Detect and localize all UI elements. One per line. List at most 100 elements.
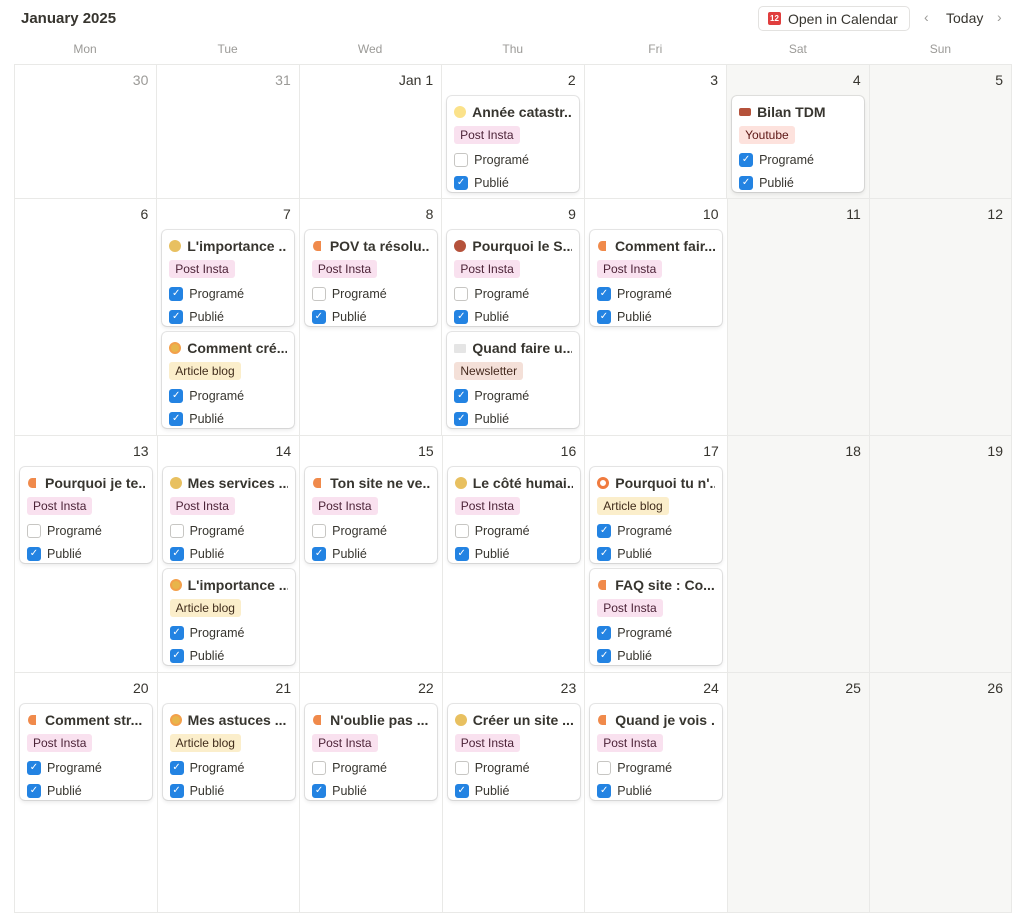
day-cell[interactable]: Jan 1 [300, 65, 443, 198]
programmed-checkbox[interactable] [454, 523, 469, 538]
programmed-label: Programé [474, 152, 530, 167]
day-cell[interactable]: 6 [15, 199, 158, 435]
day-cell[interactable]: 15 Ton site ne ve... Post Insta Programé ✓ Pu… [300, 436, 443, 672]
published-checkbox[interactable]: ✓ [169, 411, 184, 426]
weekday-header: Thu [502, 42, 524, 56]
event-card[interactable]: POV ta résolu... Post Insta Programé ✓ Publi… [304, 230, 437, 326]
day-cell[interactable]: 13 Pourquoi je te... Post Insta Programé ✓ Pu… [15, 436, 158, 672]
programmed-checkbox[interactable]: ✓ [169, 625, 184, 640]
event-title: Pourquoi je te... [45, 475, 145, 491]
day-cell[interactable]: 26 [869, 673, 1012, 912]
event-card[interactable]: N'oublie pas ... Post Insta Programé ✓ Publi… [305, 704, 438, 800]
event-card[interactable]: Pourquoi tu n'... Article blog ✓ Programé ✓ P… [590, 467, 723, 563]
day-cell[interactable]: 30 [15, 65, 158, 198]
event-title: L'importance ... [187, 238, 288, 254]
programmed-checkbox[interactable]: ✓ [27, 760, 41, 775]
published-checkbox[interactable]: ✓ [169, 783, 184, 798]
published-checkbox[interactable]: ✓ [597, 546, 612, 561]
day-number: Jan 1 [398, 72, 434, 88]
programmed-checkbox[interactable] [597, 760, 612, 775]
published-checkbox[interactable]: ✓ [27, 783, 41, 798]
programmed-checkbox[interactable] [454, 760, 469, 775]
event-card[interactable]: Mes services ... Post Insta Programé ✓ Publi… [162, 467, 295, 563]
prev-month-button[interactable]: ‹ [924, 9, 929, 25]
published-checkbox[interactable]: ✓ [27, 546, 41, 561]
day-cell[interactable]: 20 Comment str... Post Insta ✓ Programé ✓ Publ… [15, 673, 158, 912]
programmed-checkbox[interactable]: ✓ [597, 523, 612, 538]
published-checkbox[interactable]: ✓ [169, 546, 184, 561]
programmed-checkbox[interactable]: ✓ [454, 388, 469, 403]
programmed-checkbox[interactable]: ✓ [739, 152, 754, 167]
day-cell[interactable]: 8 POV ta résolu... Post Insta Programé ✓ Publ… [300, 199, 443, 435]
event-card[interactable]: Quand faire u... Newsletter ✓ Programé ✓ Publ… [447, 332, 580, 428]
programmed-label: Programé [189, 523, 245, 538]
day-cell[interactable]: 23 Créer un site ... Post Insta Programé ✓ Pu… [443, 673, 586, 912]
programmed-checkbox[interactable] [312, 523, 327, 538]
programmed-checkbox[interactable]: ✓ [597, 625, 612, 640]
day-cell[interactable]: 12 [869, 199, 1012, 435]
programmed-checkbox[interactable] [169, 523, 184, 538]
published-checkbox[interactable]: ✓ [169, 309, 184, 324]
published-checkbox[interactable]: ✓ [169, 648, 184, 663]
event-card[interactable]: Comment str... Post Insta ✓ Programé ✓ Publié [20, 704, 152, 800]
published-checkbox[interactable]: ✓ [596, 309, 611, 324]
published-checkbox[interactable]: ✓ [454, 309, 469, 324]
published-checkbox[interactable]: ✓ [597, 783, 612, 798]
event-card[interactable]: Pourquoi le S... Post Insta Programé ✓ Publi… [447, 230, 580, 326]
day-cell[interactable]: 24 Quand je vois ... Post Insta Programé ✓ Pu… [585, 673, 728, 912]
event-card[interactable]: Pourquoi je te... Post Insta Programé ✓ Publ… [20, 467, 152, 563]
event-card[interactable]: Année catastr... Post Insta Programé ✓ Publi… [447, 96, 580, 192]
day-cell[interactable]: 9 Pourquoi le S... Post Insta Programé ✓ Publ… [442, 199, 585, 435]
published-checkbox[interactable]: ✓ [597, 648, 612, 663]
today-button[interactable]: Today [946, 10, 983, 26]
published-checkbox[interactable]: ✓ [739, 175, 754, 190]
programmed-checkbox[interactable] [27, 523, 41, 538]
programmed-checkbox[interactable]: ✓ [596, 286, 611, 301]
event-card[interactable]: Le côté humai... Post Insta Programé ✓ Publi… [447, 467, 580, 563]
day-cell[interactable]: 14 Mes services ... Post Insta Programé ✓ Pub… [158, 436, 301, 672]
published-checkbox[interactable]: ✓ [454, 783, 469, 798]
event-card[interactable]: Créer un site ... Post Insta Programé ✓ Publ… [447, 704, 580, 800]
day-cell[interactable]: 21 Mes astuces ... Article blog ✓ Programé ✓ P… [158, 673, 301, 912]
published-checkbox[interactable]: ✓ [311, 309, 326, 324]
programmed-checkbox[interactable] [311, 286, 326, 301]
published-label: Publié [47, 546, 82, 561]
programmed-checkbox[interactable] [454, 286, 469, 301]
event-card[interactable]: Ton site ne ve... Post Insta Programé ✓ Publ… [305, 467, 438, 563]
day-cell[interactable]: 4 Bilan TDM Youtube ✓ Programé ✓ Publié [727, 65, 870, 198]
event-card[interactable]: Bilan TDM Youtube ✓ Programé ✓ Publié [732, 96, 865, 192]
day-cell[interactable]: 31 [157, 65, 300, 198]
published-checkbox[interactable]: ✓ [454, 546, 469, 561]
open-in-calendar-button[interactable]: 12 Open in Calendar [758, 6, 910, 31]
day-cell[interactable]: 22 N'oublie pas ... Post Insta Programé ✓ Pub… [300, 673, 443, 912]
programmed-checkbox[interactable] [454, 152, 469, 167]
next-month-button[interactable]: › [997, 9, 1002, 25]
event-card[interactable]: Mes astuces ... Article blog ✓ Programé ✓ Pub… [162, 704, 295, 800]
day-cell[interactable]: 5 [869, 65, 1012, 198]
event-card[interactable]: L'importance ... Article blog ✓ Programé ✓ Pu… [162, 569, 295, 665]
published-checkbox[interactable]: ✓ [312, 783, 327, 798]
programmed-checkbox[interactable] [312, 760, 327, 775]
day-cell[interactable]: 16 Le côté humai... Post Insta Programé ✓ Pub… [443, 436, 586, 672]
event-card[interactable]: FAQ site : Co... Post Insta ✓ Programé ✓ Publ… [590, 569, 723, 665]
event-card[interactable]: Comment fair... Post Insta ✓ Programé ✓ Publi… [589, 230, 722, 326]
published-checkbox[interactable]: ✓ [312, 546, 327, 561]
day-cell[interactable]: 2 Année catastr... Post Insta Programé ✓ Publ… [442, 65, 585, 198]
programmed-checkbox[interactable]: ✓ [169, 388, 184, 403]
day-cell[interactable]: 11 [727, 199, 870, 435]
day-cell[interactable]: 3 [585, 65, 728, 198]
programmed-checkbox[interactable]: ✓ [169, 286, 184, 301]
day-cell[interactable]: 25 [727, 673, 870, 912]
day-cell[interactable]: 17 Pourquoi tu n'... Article blog ✓ Programé… [585, 436, 728, 672]
published-checkbox[interactable]: ✓ [454, 175, 469, 190]
day-cell[interactable]: 10 Comment fair... Post Insta ✓ Programé ✓ Pub… [585, 199, 728, 435]
day-cell[interactable]: 7 L'importance ... Post Insta ✓ Programé ✓ Pub… [157, 199, 300, 435]
day-cell[interactable]: 18 [727, 436, 870, 672]
published-checkbox[interactable]: ✓ [454, 411, 469, 426]
event-card[interactable]: Comment cré... Article blog ✓ Programé ✓ Publ… [162, 332, 295, 428]
event-card[interactable]: L'importance ... Post Insta ✓ Programé ✓ Publ… [162, 230, 295, 326]
event-card[interactable]: Quand je vois ... Post Insta Programé ✓ Publ… [590, 704, 723, 800]
weekday-header: Tue [217, 42, 238, 56]
day-cell[interactable]: 19 [869, 436, 1012, 672]
programmed-checkbox[interactable]: ✓ [169, 760, 184, 775]
